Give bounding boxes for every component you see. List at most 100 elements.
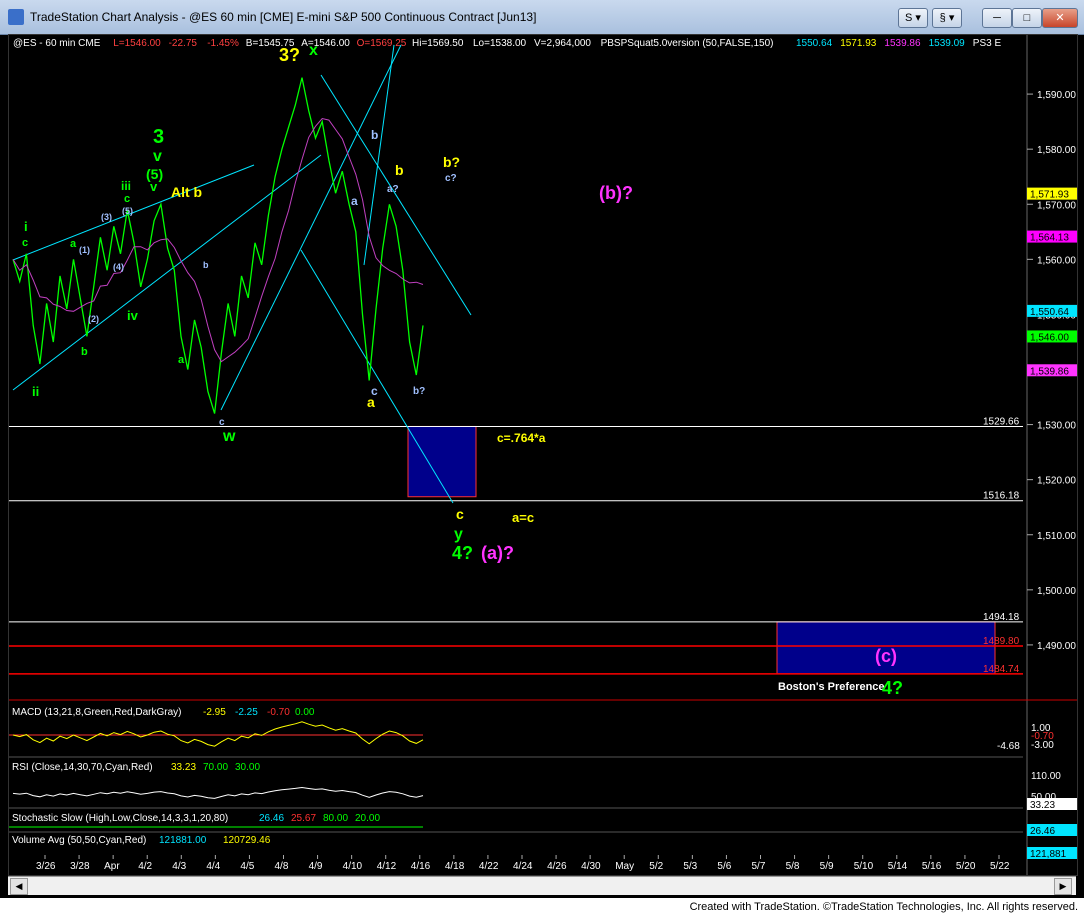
close-button[interactable]: ✕ (1042, 8, 1078, 28)
header-readout-1: L=1546.00 (113, 38, 161, 49)
macd-value-1: -2.95 (203, 707, 226, 718)
close-icon: ✕ (1055, 12, 1065, 24)
wave-label-9: v (153, 148, 162, 165)
macd-line (12, 721, 424, 747)
wave-label-7: a (351, 194, 358, 208)
wave-label-27: b (203, 260, 209, 270)
price-chart[interactable]: @ES - 60 min CME L=1546.00 -22.75 -1.45% B=1… (9, 35, 1077, 875)
x-tick-label: 4/5 (240, 861, 254, 872)
price-tag-label: 1,550.64 (1030, 307, 1069, 318)
wave-label-22: (2) (88, 314, 99, 324)
x-tick-label: 4/18 (445, 861, 465, 872)
x-tick-label: 5/10 (854, 861, 874, 872)
rsi-value-2: 70.00 (203, 762, 228, 773)
x-tick-label: 5/14 (888, 861, 908, 872)
rsi-line (12, 786, 424, 799)
header-readout-10: PBSPSquat5.0version (50,FALSE,150) (601, 38, 774, 49)
x-tick-label: 3/28 (70, 861, 90, 872)
macd-value-4: 0.00 (295, 707, 315, 718)
x-tick-label: 5/8 (786, 861, 800, 872)
price-tag-label: 1,571.93 (1030, 190, 1069, 201)
wave-label-4: b? (443, 154, 460, 170)
maximize-button[interactable]: □ (1012, 8, 1042, 28)
wave-label-13: iii (121, 179, 131, 193)
price-tag-label: 1,539.86 (1030, 366, 1069, 377)
stoch-label: Stochastic Slow (High,Low,Close,14,3,3,1… (12, 813, 228, 824)
y-tick-label: 1,490.00 (1037, 641, 1076, 652)
trendline-0 (12, 164, 255, 261)
wave-label-11: v (150, 179, 158, 194)
x-tick-label: 5/20 (956, 861, 976, 872)
x-tick-label: 5/22 (990, 861, 1010, 872)
wave-label-33: (b)? (599, 183, 633, 203)
x-tick-label: 4/3 (172, 861, 186, 872)
wave-label-34: c=.764*a (497, 431, 546, 445)
rsi-value-3: 30.00 (235, 762, 260, 773)
header-readout-0: @ES - 60 min CME (13, 38, 101, 49)
level-label-1516.18: 1516.18 (983, 491, 1020, 502)
chart-area[interactable]: @ES - 60 min CME L=1546.00 -22.75 -1.45% B=1… (8, 34, 1078, 876)
x-tick-label: 4/22 (479, 861, 499, 872)
y-tick-label: 1,500.00 (1037, 586, 1076, 597)
x-tick-label: 5/9 (820, 861, 834, 872)
wave-label-16: (3) (101, 212, 112, 222)
stoch-value-3: 80.00 (323, 813, 348, 824)
wave-label-20: (1) (79, 245, 90, 255)
x-tick-label: 5/6 (717, 861, 731, 872)
level-label-1494.18: 1494.18 (983, 612, 1020, 623)
x-tick-label: May (615, 861, 634, 872)
wave-label-8: 3 (153, 126, 164, 148)
x-tick-label: 4/12 (377, 861, 397, 872)
header-readout-6: O=1569.25 (357, 38, 407, 49)
window-titlebar: TradeStation Chart Analysis - @ES 60 min… (0, 0, 1084, 35)
header-readout-7: Hi=1569.50 (412, 38, 464, 49)
volume-label: Volume Avg (50,50,Cyan,Red) (12, 835, 146, 846)
link-menu-button[interactable]: § ▾ (932, 8, 962, 28)
copyright-footer: Created with TradeStation. ©TradeStation… (0, 898, 1084, 916)
horizontal-scrollbar[interactable]: ◀ ▶ (8, 876, 1076, 895)
wave-label-18: c (22, 237, 28, 249)
scroll-right-arrow-icon[interactable]: ▶ (1054, 878, 1072, 895)
x-tick-label: 5/7 (752, 861, 766, 872)
stoch-value-4: 20.00 (355, 813, 380, 824)
volume-value-1: 121881.00 (159, 835, 207, 846)
volume-axis-label: 121,881 (1030, 849, 1067, 860)
wave-label-1: x (309, 42, 318, 59)
minimize-button[interactable]: ─ (982, 8, 1012, 28)
wave-label-38: (a)? (481, 543, 514, 563)
rsi-value-1: 33.23 (171, 762, 196, 773)
y-tick-label: 1,510.00 (1037, 531, 1076, 542)
macd-axis-label: -4.68 (997, 741, 1020, 752)
y-tick-label: 1,530.00 (1037, 421, 1076, 432)
wave-label-35: c (456, 506, 464, 522)
wave-label-28: c (219, 417, 225, 428)
wave-label-31: a (367, 394, 375, 410)
y-tick-label: 1,520.00 (1037, 476, 1076, 487)
volume-value-2: 120729.46 (223, 835, 271, 846)
wave-label-21: (4) (113, 262, 124, 272)
y-tick-label: 1,590.00 (1037, 90, 1076, 101)
header-readout-11: 1550.64 (796, 38, 833, 49)
x-tick-label: 5/3 (683, 861, 697, 872)
stoch-value-1: 26.46 (259, 813, 284, 824)
trendline-3 (300, 249, 454, 504)
scroll-left-arrow-icon[interactable]: ◀ (10, 878, 28, 895)
x-tick-label: Apr (104, 861, 120, 872)
minimize-icon: ─ (993, 12, 1001, 24)
header-readout-13: 1539.86 (884, 38, 921, 49)
price-tag-label: 1,564.13 (1030, 233, 1069, 244)
wave-label-36: y (454, 526, 463, 543)
target-box-c-wave (407, 425, 477, 498)
trendline-2 (220, 44, 402, 411)
wave-label-15: (5) (122, 206, 133, 216)
x-tick-label: 4/30 (581, 861, 601, 872)
macd-value-2: -2.25 (235, 707, 258, 718)
wave-label-39: a=c (512, 510, 534, 525)
maximize-icon: □ (1023, 12, 1031, 24)
wave-label-41: Boston's Preference (778, 681, 885, 693)
rsi-axis-label-top: 110.00 (1031, 771, 1061, 782)
x-tick-label: 3/26 (36, 861, 56, 872)
macd-label: MACD (13,21,8,Green,Red,DarkGray) (12, 707, 182, 718)
s-menu-button[interactable]: S ▾ (898, 8, 928, 28)
header-readout-2: -22.75 (169, 38, 198, 49)
